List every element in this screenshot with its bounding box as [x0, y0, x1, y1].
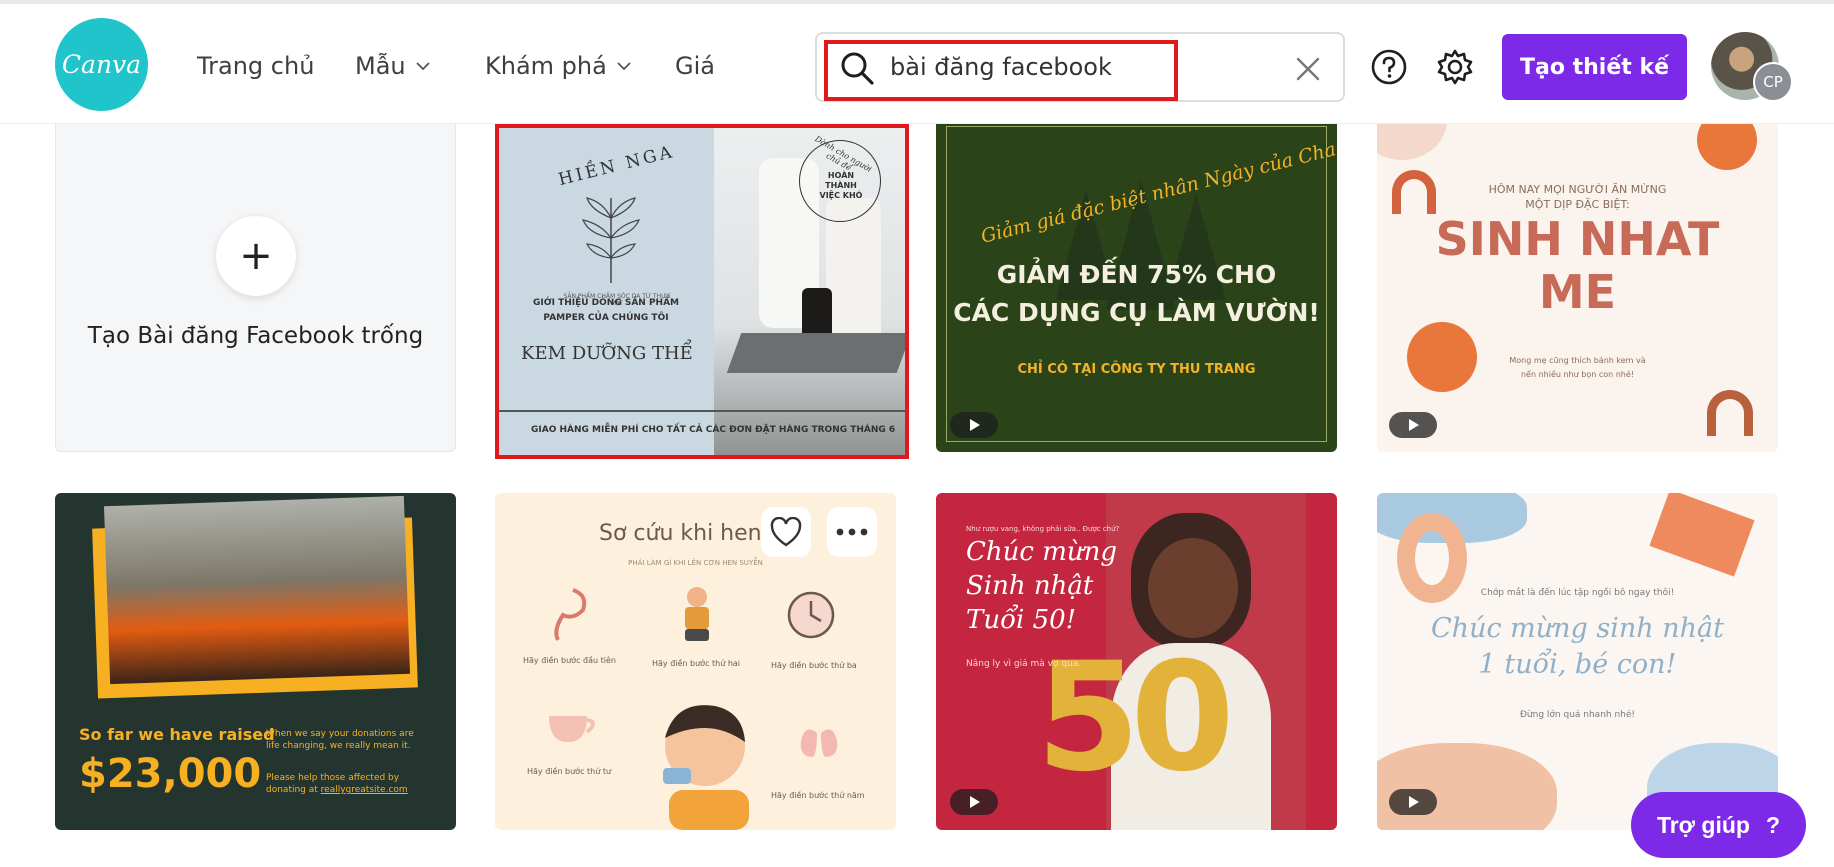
child-inhaler-illustration — [663, 705, 749, 830]
template-intro: GIỚI THIỆU DÒNG SẢN PHẨM PAMPER CỦA CHÚN… — [532, 298, 680, 323]
template-step-3: Hãy điền bước thứ ba — [771, 661, 857, 670]
child-icon — [685, 587, 709, 641]
template-bottom: Đừng lớn quá nhanh nhé! — [1519, 710, 1636, 720]
paint-deco — [1649, 493, 1755, 577]
template-card-body-lotion[interactable]: HIỀN NGA SẢN PHẨM CHĂM SÓC DA TỪ THỰC VẬ… — [495, 124, 909, 459]
search-highlight-box — [824, 40, 1178, 101]
leaf-icon — [581, 197, 641, 283]
template-footer: CHỈ CÓ TẠI CÔNG TY THU TRANG — [1017, 362, 1256, 377]
chevron-down-icon — [617, 62, 631, 71]
create-design-button[interactable]: Tạo thiết kế — [1502, 34, 1687, 100]
paint-deco — [1377, 743, 1557, 830]
template-card-50th-birthday[interactable]: 50 Như rượu vang, không phải sữa.. Được … — [936, 493, 1337, 830]
avatar-badge: CP — [1753, 62, 1793, 102]
chevron-down-icon — [415, 62, 430, 71]
template-top-2: MỘT DỊP ĐẶC BIỆT: — [1525, 198, 1630, 211]
template-note-4: donating at reallygreatsite.com — [266, 785, 408, 795]
nav-discover-label: Khám phá — [485, 52, 607, 80]
clock-icon — [787, 591, 835, 639]
template-card-first-birthday[interactable]: Chớp mắt là đến lúc tập ngồi bô ngay thô… — [1377, 493, 1778, 830]
nav-discover[interactable]: Khám phá — [485, 52, 633, 80]
template-note-2: life changing, we really mean it. — [266, 741, 411, 751]
template-note-3: Please help those affected by — [266, 773, 400, 783]
stamp-badge: Dành cho người chủ để HOÀN THÀNH VIỆC KH… — [799, 134, 881, 222]
template-small-2: nến nhiều như bọn con nhé! — [1520, 370, 1635, 379]
lungs-icon — [800, 717, 838, 757]
nav-home-label: Trang chủ — [197, 52, 315, 80]
template-top-1: HÔM NAY MỌI NGƯỜI ĂN MỪNG — [1488, 183, 1667, 196]
tea-cup-icon — [549, 716, 595, 742]
template-headline-2: CÁC DỤNG CỤ LÀM VƯỜN! — [953, 298, 1320, 327]
plus-icon: + — [216, 216, 296, 296]
template-line-1: Chúc mừng — [966, 537, 1117, 567]
clear-search-icon[interactable] — [1291, 52, 1325, 86]
help-button[interactable]: Trợ giúp ? — [1631, 792, 1806, 858]
more-options-button[interactable] — [827, 507, 877, 557]
template-top: Như rượu vang, không phải sữa.. Được chứ… — [966, 525, 1120, 533]
template-raised-text: So far we have raised — [79, 725, 275, 744]
template-note-1: When we say your donations are — [266, 729, 414, 739]
settings-icon[interactable] — [1433, 45, 1477, 89]
template-footer: GIAO HÀNG MIỄN PHÍ CHO TẤT CẢ CÁC ĐƠN ĐẶ… — [531, 425, 896, 435]
nav-home[interactable]: Trang chủ — [197, 52, 314, 80]
template-headline-1: GIẢM ĐẾN 75% CHO — [996, 260, 1277, 289]
template-top: Chớp mắt là đến lúc tập ngồi bô ngay thô… — [1480, 588, 1675, 598]
nav-templates-label: Mẫu — [355, 52, 406, 80]
template-amount: $23,000 — [79, 751, 262, 797]
logo-text: Canva — [61, 50, 142, 79]
nav-pricing[interactable]: Giá — [675, 52, 715, 80]
template-line-1: Chúc mừng sinh nhật — [1431, 613, 1724, 644]
top-header: Canva Trang chủ Mẫu Khám phá Giá Tạo thi… — [0, 0, 1834, 124]
template-card-garden-sale[interactable]: Giảm giá đặc biệt nhân Ngày của Cha GIẢM… — [936, 100, 1337, 452]
nav-pricing-label: Giá — [675, 52, 715, 80]
template-card-donation[interactable]: So far we have raised $23,000 When we sa… — [55, 493, 456, 830]
rainbow-deco — [1707, 390, 1753, 436]
play-icon — [1389, 412, 1437, 438]
help-icon[interactable] — [1367, 45, 1411, 89]
template-subtitle: PHẢI LÀM GÌ KHI LÊN CƠN HEN SUYỄN — [628, 559, 763, 567]
template-line-2: Sinh nhật — [966, 571, 1094, 601]
stamp-center-text: HOÀN THÀNH VIỆC KHÓ — [819, 171, 863, 200]
template-step-1: Hãy điền bước đầu tiên — [523, 656, 616, 665]
template-line-2: 1 tuổi, bé con! — [1478, 649, 1677, 680]
canva-logo[interactable]: Canva — [55, 18, 148, 111]
nav-templates[interactable]: Mẫu — [355, 52, 432, 80]
person-face — [1148, 538, 1238, 638]
play-icon — [1389, 789, 1437, 815]
favorite-button[interactable] — [761, 507, 811, 557]
template-step-2: Hãy điền bước thứ hai — [652, 659, 741, 668]
template-card-mom-birthday[interactable]: HÔM NAY MỌI NGƯỜI ĂN MỪNG MỘT DỊP ĐẶC BI… — [1377, 100, 1778, 452]
template-line-3: Tuổi 50! — [966, 605, 1077, 635]
create-blank-card[interactable]: + Tạo Bài đăng Facebook trống — [55, 100, 456, 452]
template-product: KEM DƯỠNG THỂ — [521, 343, 693, 364]
fire-photo — [103, 495, 411, 685]
template-step-5: Hãy điền bước thứ năm — [771, 791, 865, 800]
play-icon — [950, 412, 998, 438]
more-icon — [836, 528, 868, 536]
note-prefix: donating at — [266, 785, 321, 795]
divider — [499, 410, 905, 412]
template-title-2: ME — [1538, 265, 1617, 319]
template-title-1: SINH NHAT — [1435, 212, 1720, 266]
phone-icon — [554, 588, 587, 641]
create-blank-label: Tạo Bài đăng Facebook trống — [87, 323, 424, 349]
play-icon — [950, 789, 998, 815]
template-small-1: Mong mẹ cũng thích bánh kem và — [1509, 356, 1646, 365]
question-icon: ? — [1765, 811, 1781, 838]
template-sub: Nâng ly vì giá mà vợ qua. — [966, 659, 1082, 669]
template-link: reallygreatsite.com — [320, 785, 408, 795]
heart-icon — [770, 517, 802, 547]
tray — [726, 333, 905, 373]
template-step-4: Hãy điền bước thứ tư — [527, 767, 612, 776]
template-card-asthma[interactable]: Sơ cứu khi hen su PHẢI LÀM GÌ KHI LÊN CƠ… — [495, 493, 896, 830]
help-button-label: Trợ giúp — [1656, 811, 1750, 838]
